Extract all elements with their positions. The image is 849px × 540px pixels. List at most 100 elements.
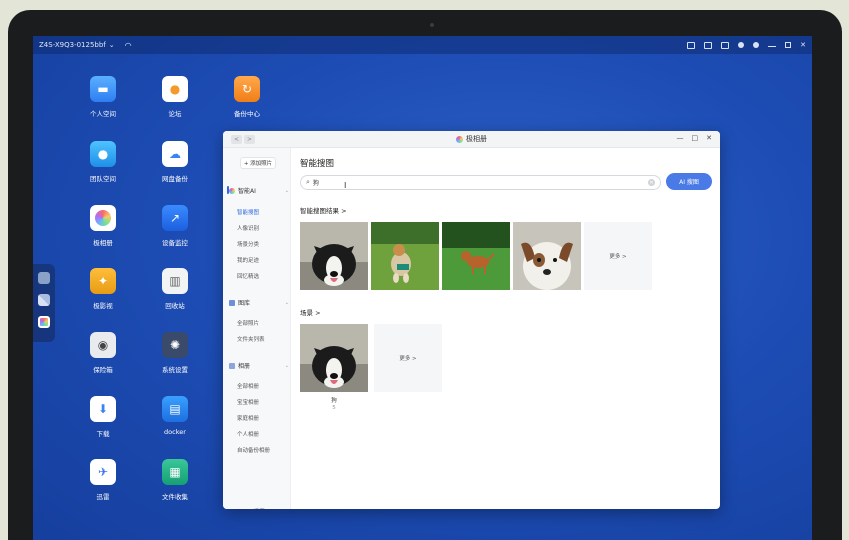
side-dock bbox=[33, 264, 55, 342]
minimize-icon[interactable] bbox=[768, 46, 777, 47]
thunder-icon: ✈ bbox=[90, 459, 116, 485]
sidebar-item-all-photos[interactable]: 全部照片 bbox=[237, 319, 259, 327]
desktop-icon-label: docker bbox=[164, 428, 186, 436]
sidebar-item-family-album[interactable]: 家庭相册 bbox=[237, 414, 259, 422]
back-button[interactable]: < bbox=[231, 135, 242, 144]
system-topbar: Z4S-X9Q3-0125bbf ⌄ ◠ ✕ bbox=[33, 36, 812, 54]
download-icon: ⬇ bbox=[90, 396, 116, 422]
add-photo-button[interactable]: + 添加照片 bbox=[240, 157, 276, 169]
desktop-icon-label: 极相册 bbox=[93, 239, 113, 247]
gear-icon[interactable] bbox=[753, 42, 760, 48]
sidebar-section-albums[interactable]: 相册 ⌄ bbox=[229, 361, 289, 370]
sidebar-item-baby-album[interactable]: 宝宝相册 bbox=[237, 398, 259, 406]
desktop-icon-label: 个人空间 bbox=[90, 110, 116, 118]
desktop-icon-label: 文件收集 bbox=[162, 493, 188, 501]
photo-album-window: < > 极相册 — □ ✕ + 添加照片 智能AI ⌄ 智能搜图 人像识别 场景… bbox=[223, 131, 720, 509]
sort-icon[interactable] bbox=[687, 41, 696, 49]
result-photo[interactable] bbox=[371, 222, 439, 290]
sidebar-item-memories[interactable]: 回忆精选 bbox=[237, 272, 259, 280]
user-icon[interactable] bbox=[738, 42, 745, 48]
desktop-icon-thunder[interactable]: ✈ 迅雷 bbox=[75, 459, 131, 501]
desktop-icon-safe[interactable]: ◉ 保险箱 bbox=[75, 332, 131, 374]
search-input[interactable]: ⌕ 狗 ✕ bbox=[300, 175, 661, 190]
desktop-icon-label: 设备监控 bbox=[162, 239, 188, 247]
sidebar-item-auto-backup-album[interactable]: 自动备份相册 bbox=[237, 446, 270, 454]
chevron-down-icon: ⌄ bbox=[284, 187, 289, 194]
minimize-button[interactable]: — bbox=[677, 134, 684, 142]
desktop-icon-label: 备份中心 bbox=[234, 110, 260, 118]
sidebar-item-scene[interactable]: 场景分类 bbox=[237, 240, 259, 248]
more-results-button[interactable]: 更多 > bbox=[584, 222, 652, 290]
sidebar-item-smart-search[interactable]: 智能搜图 bbox=[237, 208, 259, 216]
movie-icon: ✦ bbox=[90, 268, 116, 294]
sidebar-item-face[interactable]: 人像识别 bbox=[237, 224, 259, 232]
message-icon[interactable] bbox=[704, 41, 713, 49]
settings-link[interactable]: ⚙ 设置 bbox=[247, 507, 265, 509]
scene-photo[interactable] bbox=[300, 324, 368, 392]
sidebar: + 添加照片 智能AI ⌄ 智能搜图 人像识别 场景分类 我的足迹 回忆精选 图… bbox=[223, 148, 291, 509]
team-folder-icon: ● bbox=[90, 141, 116, 167]
chevron-down-icon: ⌄ bbox=[108, 41, 115, 49]
desktop-icon-label: 团队空间 bbox=[90, 175, 116, 183]
sidebar-item-footprint[interactable]: 我的足迹 bbox=[237, 256, 259, 264]
desktop-icon-file-collect[interactable]: ▦ 文件收集 bbox=[147, 459, 203, 501]
desktop-icon-download[interactable]: ⬇ 下载 bbox=[75, 396, 131, 438]
hostname-label: Z4S-X9Q3-0125bbf bbox=[39, 41, 106, 49]
notification-icon[interactable] bbox=[721, 41, 730, 49]
desktop-icon-label: 系统设置 bbox=[162, 366, 188, 374]
file-collect-icon: ▦ bbox=[162, 459, 188, 485]
wifi-icon[interactable]: ◠ bbox=[125, 41, 132, 50]
cloud-backup-icon: ☁ bbox=[162, 141, 188, 167]
more-scenes-button[interactable]: 更多 > bbox=[374, 324, 442, 392]
close-icon[interactable]: ✕ bbox=[800, 41, 806, 49]
result-photo[interactable] bbox=[442, 222, 510, 290]
maximize-icon[interactable] bbox=[785, 42, 792, 48]
desktop-icon-photo-album[interactable]: 极相册 bbox=[75, 205, 131, 247]
desktop-icon-backup-center[interactable]: ↻ 备份中心 bbox=[219, 76, 275, 118]
desktop-icon-label: 论坛 bbox=[168, 110, 182, 118]
chevron-down-icon: ⌄ bbox=[284, 362, 289, 369]
desktop-icon-device-monitor[interactable]: ↗ 设备监控 bbox=[147, 205, 203, 247]
sidebar-item-all-albums[interactable]: 全部相册 bbox=[237, 382, 259, 390]
section-label: 智能AI bbox=[238, 188, 256, 195]
main-content: 智能搜图 ⌕ 狗 ✕ I AI 搜图 智能搜图结果 > 更多 > 场景 > 更多… bbox=[291, 148, 720, 509]
photo-album-dock-icon[interactable] bbox=[38, 316, 50, 328]
desktop-icon-system-settings[interactable]: ✺ 系统设置 bbox=[147, 332, 203, 374]
desktop-icon-forum[interactable]: ● 论坛 bbox=[147, 76, 203, 118]
sidebar-item-personal-album[interactable]: 个人相册 bbox=[237, 430, 259, 438]
desktop-icon-team-space[interactable]: ● 团队空间 bbox=[75, 141, 131, 183]
hostname-dropdown[interactable]: Z4S-X9Q3-0125bbf ⌄ bbox=[39, 41, 115, 49]
storage-icon[interactable] bbox=[38, 272, 50, 284]
sidebar-section-gallery[interactable]: 图库 ⌄ bbox=[229, 298, 289, 307]
desktop-icon-movie[interactable]: ✦ 极影视 bbox=[75, 268, 131, 310]
search-value: 狗 bbox=[312, 180, 319, 187]
camera bbox=[430, 23, 434, 27]
window-titlebar: < > 极相册 — □ ✕ bbox=[223, 131, 720, 148]
scene-label: 狗 bbox=[331, 398, 337, 404]
desktop-icon-personal-space[interactable]: ▬ 个人空间 bbox=[75, 76, 131, 118]
desktop-icon-trash[interactable]: ▥ 回收站 bbox=[147, 268, 203, 310]
close-button[interactable]: ✕ bbox=[706, 134, 712, 142]
monitor-chart-icon: ↗ bbox=[162, 205, 188, 231]
desktop-icon-docker[interactable]: ▤ docker bbox=[147, 396, 203, 436]
ai-search-button[interactable]: AI 搜图 bbox=[666, 173, 712, 190]
scene-section-title[interactable]: 场景 > bbox=[300, 307, 321, 317]
maximize-button[interactable]: □ bbox=[692, 134, 699, 142]
settings-icon: ✺ bbox=[162, 332, 188, 358]
clear-icon[interactable]: ✕ bbox=[648, 179, 655, 186]
app-logo-icon bbox=[456, 135, 463, 143]
result-photo[interactable] bbox=[513, 222, 581, 290]
page-title: 智能搜图 bbox=[300, 159, 335, 169]
desktop-icon-label: 回收站 bbox=[165, 302, 185, 310]
search-icon: ⌕ bbox=[306, 178, 310, 186]
backup-icon: ↻ bbox=[234, 76, 260, 102]
sidebar-item-folders[interactable]: 文件夹列表 bbox=[237, 335, 265, 343]
forward-button[interactable]: > bbox=[244, 135, 255, 144]
sidebar-section-ai[interactable]: 智能AI ⌄ bbox=[229, 186, 289, 195]
apps-grid-icon[interactable] bbox=[38, 294, 50, 306]
desktop-icon-label: 保险箱 bbox=[93, 366, 113, 374]
results-section-title[interactable]: 智能搜图结果 > bbox=[300, 205, 347, 215]
result-photo[interactable] bbox=[300, 222, 368, 290]
desktop-icon-cloud-backup[interactable]: ☁ 网盘备份 bbox=[147, 141, 203, 183]
desktop-icon-label: 网盘备份 bbox=[162, 175, 188, 183]
